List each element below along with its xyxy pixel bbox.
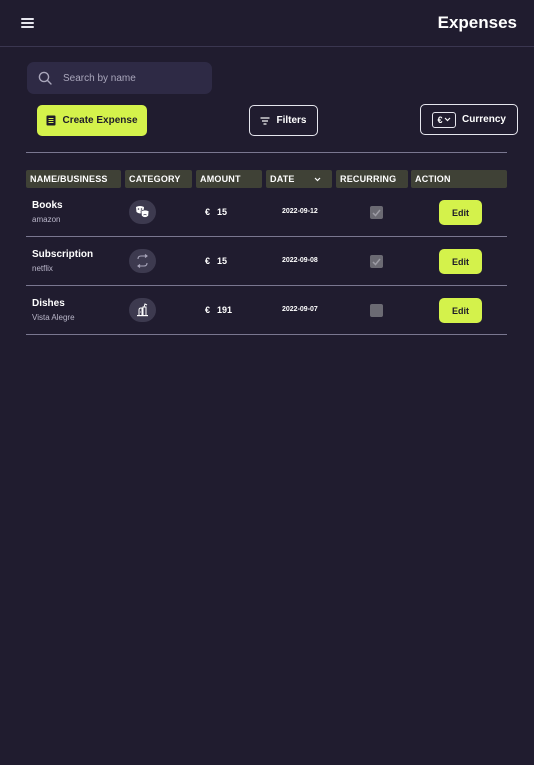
expense-amount: € 15 — [205, 256, 227, 266]
top-bar: Expenses — [0, 0, 534, 47]
document-icon — [46, 115, 56, 126]
edit-button[interactable]: Edit — [439, 249, 482, 274]
recurring-checkbox[interactable] — [370, 206, 383, 219]
table-row: Dishes Vista Alegre € 191 2022-09-07 Edi… — [26, 286, 507, 335]
column-header-date[interactable]: DATE — [266, 170, 332, 188]
column-header-name[interactable]: NAME/BUSINESS — [26, 170, 121, 188]
repeat-icon — [137, 254, 148, 268]
row-divider — [26, 334, 507, 335]
currency-symbol: € — [437, 114, 443, 125]
column-header-category[interactable]: CATEGORY — [125, 170, 192, 188]
expense-name: Books — [32, 200, 63, 211]
search-box — [27, 62, 212, 94]
category-badge — [129, 249, 156, 273]
category-badge — [129, 298, 156, 322]
currency-symbol: € — [205, 305, 211, 315]
expense-business: netflix — [32, 264, 53, 273]
search-icon — [38, 71, 52, 85]
checkmark-icon — [372, 258, 381, 266]
edit-button[interactable]: Edit — [439, 298, 482, 323]
column-header-action: ACTION — [411, 170, 507, 188]
edit-button[interactable]: Edit — [439, 200, 482, 225]
divider — [26, 152, 507, 153]
currency-symbol: € — [205, 207, 211, 217]
amount-value: 15 — [217, 256, 228, 266]
expense-date: 2022-09-07 — [282, 306, 318, 313]
household-icon — [137, 302, 148, 316]
filter-icon — [260, 116, 270, 125]
hamburger-menu-icon[interactable] — [21, 17, 34, 29]
page-title: Expenses — [437, 13, 517, 32]
chevron-down-icon — [314, 177, 321, 181]
expense-date: 2022-09-12 — [282, 208, 318, 215]
checkmark-icon — [372, 209, 381, 217]
currency-label: Currency — [462, 114, 506, 125]
column-header-amount[interactable]: AMOUNT — [196, 170, 262, 188]
expense-date: 2022-09-08 — [282, 257, 318, 264]
column-header-date-label: DATE — [270, 174, 295, 184]
currency-button[interactable]: € Currency — [420, 104, 518, 135]
table-row: Subscription netflix € 15 2022-09-08 Edi… — [26, 237, 507, 286]
search-input[interactable] — [63, 62, 208, 94]
column-header-recurring[interactable]: RECURRING — [336, 170, 408, 188]
category-badge — [129, 200, 156, 224]
expense-business: amazon — [32, 215, 61, 224]
expense-name: Subscription — [32, 249, 94, 260]
create-expense-label: Create Expense — [62, 115, 138, 126]
expense-name: Dishes — [32, 298, 65, 309]
amount-value: 15 — [217, 207, 228, 217]
expense-amount: € 191 — [205, 305, 232, 315]
expense-business: Vista Alegre — [32, 313, 75, 322]
create-expense-button[interactable]: Create Expense — [37, 105, 147, 136]
filters-label: Filters — [276, 115, 307, 126]
theater-masks-icon — [136, 206, 150, 218]
recurring-checkbox[interactable] — [370, 255, 383, 268]
recurring-checkbox[interactable] — [370, 304, 383, 317]
chevron-down-icon — [444, 117, 450, 122]
filters-button[interactable]: Filters — [249, 105, 318, 136]
currency-select[interactable]: € — [432, 111, 457, 128]
amount-value: 191 — [217, 305, 233, 315]
expense-amount: € 15 — [205, 207, 227, 217]
currency-symbol: € — [205, 256, 211, 266]
table-row: Books amazon € 15 2022-09-12 Edit — [26, 188, 507, 237]
